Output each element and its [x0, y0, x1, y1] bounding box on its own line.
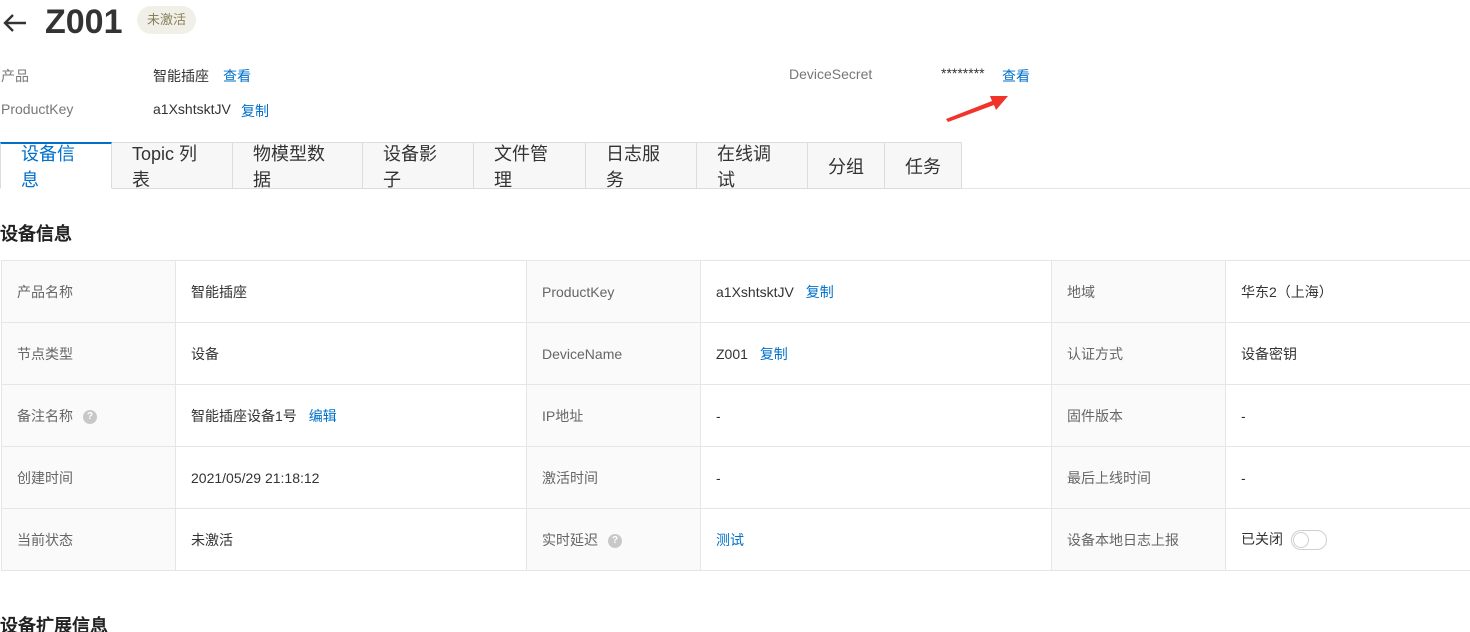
productkey-label: ProductKey	[1, 101, 74, 117]
local-log-report-value: 已关闭	[1225, 508, 1470, 571]
copy-devicename-button[interactable]: 复制	[760, 346, 788, 362]
productkey-value: a1XshtsktJV	[153, 101, 231, 117]
tab-bar: 设备信息 Topic 列表 物模型数据 设备影子 文件管理 日志服务 在线调试 …	[0, 142, 962, 190]
edit-remark-button[interactable]: 编辑	[309, 408, 337, 424]
node-type-label: 节点类型	[1, 322, 176, 385]
tab-device-shadow[interactable]: 设备影子	[363, 142, 474, 190]
table-row: 产品名称 智能插座 ProductKey a1XshtsktJV 复制 地域 华…	[1, 260, 1470, 323]
created-time-label: 创建时间	[1, 446, 176, 509]
productkey-cell-value: a1XshtsktJV 复制	[700, 260, 1052, 323]
node-type-value: 设备	[175, 322, 527, 385]
table-row: 当前状态 未激活 实时延迟? 测试 设备本地日志上报 已关闭	[1, 508, 1470, 571]
copy-productkey-link[interactable]: 复制	[241, 101, 269, 121]
back-arrow-icon[interactable]	[2, 10, 28, 36]
devicename-value: Z001 复制	[700, 322, 1052, 385]
ip-address-label: IP地址	[526, 384, 701, 447]
realtime-latency-label: 实时延迟?	[526, 508, 701, 571]
help-icon[interactable]: ?	[83, 409, 97, 424]
test-latency-button[interactable]: 测试	[716, 532, 744, 548]
tab-group[interactable]: 分组	[808, 142, 885, 189]
table-row: 创建时间 2021/05/29 21:18:12 激活时间 - 最后上线时间 -	[1, 446, 1470, 509]
created-time-value: 2021/05/29 21:18:12	[175, 446, 527, 509]
auth-method-value: 设备密钥	[1225, 322, 1470, 385]
ext-info-section-title: 设备扩展信息	[0, 616, 108, 632]
firmware-version-label: 固件版本	[1051, 384, 1226, 447]
device-title: Z001	[45, 3, 123, 41]
device-info-section-title: 设备信息	[0, 224, 72, 244]
status-badge: 未激活	[137, 6, 197, 34]
copy-productkey-button[interactable]: 复制	[806, 284, 834, 300]
tab-topic-list[interactable]: Topic 列表	[112, 142, 233, 190]
last-online-time-value: -	[1225, 446, 1470, 509]
current-status-label: 当前状态	[1, 508, 176, 571]
view-product-link[interactable]: 查看	[223, 66, 251, 86]
local-log-report-label: 设备本地日志上报	[1051, 508, 1226, 571]
last-online-time-label: 最后上线时间	[1051, 446, 1226, 509]
remark-name-label: 备注名称?	[1, 384, 176, 447]
devicename-label: DeviceName	[526, 322, 701, 385]
devicesecret-label: DeviceSecret	[789, 66, 873, 82]
tab-file-management[interactable]: 文件管理	[474, 142, 586, 190]
region-value: 华东2（上海）	[1225, 260, 1470, 323]
firmware-version-value: -	[1225, 384, 1470, 447]
remark-name-value: 智能插座设备1号 编辑	[175, 384, 527, 447]
product-name-value: 智能插座	[175, 260, 527, 323]
region-label: 地域	[1051, 260, 1226, 323]
product-value: 智能插座	[153, 68, 209, 84]
toggle-knob	[1293, 532, 1309, 549]
device-info-table: 产品名称 智能插座 ProductKey a1XshtsktJV 复制 地域 华…	[1, 260, 1470, 571]
current-status-value: 未激活	[175, 508, 527, 571]
tab-device-info[interactable]: 设备信息	[0, 142, 112, 190]
table-row: 节点类型 设备 DeviceName Z001 复制 认证方式 设备密钥	[1, 322, 1470, 385]
tab-thing-model-data[interactable]: 物模型数据	[233, 142, 363, 190]
page-header: Z001 未激活	[0, 0, 600, 46]
productkey-cell-label: ProductKey	[526, 260, 701, 323]
devicesecret-value: ********	[941, 65, 985, 81]
tab-online-debug[interactable]: 在线调试	[697, 142, 808, 190]
annotation-arrow-icon	[946, 96, 1008, 122]
activated-time-label: 激活时间	[526, 446, 701, 509]
tab-log-service[interactable]: 日志服务	[586, 142, 697, 190]
product-name-label: 产品名称	[1, 260, 176, 323]
activated-time-value: -	[700, 446, 1052, 509]
help-icon[interactable]: ?	[608, 533, 622, 548]
ip-address-value: -	[700, 384, 1052, 447]
table-row: 备注名称? 智能插座设备1号 编辑 IP地址 - 固件版本 -	[1, 384, 1470, 447]
local-log-toggle[interactable]	[1291, 530, 1327, 551]
auth-method-label: 认证方式	[1051, 322, 1226, 385]
view-devicesecret-link[interactable]: 查看	[1002, 66, 1030, 86]
realtime-latency-value: 测试	[700, 508, 1052, 571]
tab-task[interactable]: 任务	[885, 142, 962, 189]
product-label: 产品	[1, 68, 29, 84]
